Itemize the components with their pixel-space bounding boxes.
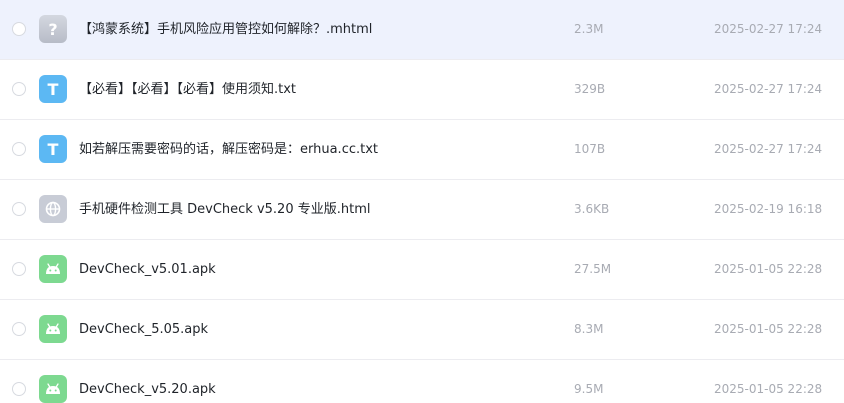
- file-size: 3.6KB: [574, 202, 610, 216]
- unknown-file-icon: ?: [39, 15, 67, 43]
- file-size: 329B: [574, 82, 606, 96]
- file-row[interactable]: ? 【鸿蒙系统】手机风险应用管控如何解除？.mhtml 2.3M 2025-02…: [0, 0, 844, 60]
- file-size: 107B: [574, 142, 606, 156]
- select-checkbox[interactable]: [12, 22, 26, 36]
- select-checkbox[interactable]: [12, 142, 26, 156]
- select-checkbox[interactable]: [12, 262, 26, 276]
- text-file-glyph: T: [47, 139, 59, 159]
- android-robot-icon: [46, 383, 60, 394]
- file-row[interactable]: T 【必看】【必看】【必看】使用须知.txt 329B 2025-02-27 1…: [0, 60, 844, 120]
- file-modified-date: 2025-01-05 22:28: [714, 322, 823, 336]
- file-name[interactable]: DevCheck_v5.01.apk: [79, 240, 216, 299]
- text-file-icon: T: [39, 75, 67, 103]
- file-modified-date: 2025-02-27 17:24: [714, 82, 823, 96]
- select-checkbox[interactable]: [12, 202, 26, 216]
- text-file-glyph: T: [47, 79, 59, 99]
- file-modified-date: 2025-01-05 22:28: [714, 262, 823, 276]
- file-name[interactable]: 【必看】【必看】【必看】使用须知.txt: [79, 60, 296, 119]
- android-robot-icon: [46, 263, 60, 274]
- file-modified-date: 2025-02-27 17:24: [714, 142, 823, 156]
- file-row[interactable]: T 如若解压需要密码的话，解压密码是：erhua.cc.txt 107B 202…: [0, 120, 844, 180]
- file-row[interactable]: DevCheck_v5.01.apk 27.5M 2025-01-05 22:2…: [0, 240, 844, 300]
- globe-icon: [45, 201, 61, 217]
- file-name[interactable]: 手机硬件检测工具 DevCheck v5.20 专业版.html: [79, 180, 370, 239]
- file-name[interactable]: DevCheck_5.05.apk: [79, 300, 208, 359]
- file-modified-date: 2025-01-05 22:28: [714, 382, 823, 396]
- select-checkbox[interactable]: [12, 382, 26, 396]
- file-row[interactable]: DevCheck_5.05.apk 8.3M 2025-01-05 22:28: [0, 300, 844, 360]
- android-apk-icon: [39, 255, 67, 283]
- file-size: 8.3M: [574, 322, 604, 336]
- web-file-icon: [39, 195, 67, 223]
- file-size: 2.3M: [574, 22, 604, 36]
- file-size: 27.5M: [574, 262, 612, 276]
- text-file-icon: T: [39, 135, 67, 163]
- file-name[interactable]: 【鸿蒙系统】手机风险应用管控如何解除？.mhtml: [79, 0, 372, 59]
- android-apk-icon: [39, 315, 67, 343]
- file-size: 9.5M: [574, 382, 604, 396]
- file-row[interactable]: DevCheck_v5.20.apk 9.5M 2025-01-05 22:28: [0, 360, 844, 403]
- unknown-file-glyph: ?: [48, 19, 58, 39]
- file-name[interactable]: DevCheck_v5.20.apk: [79, 360, 216, 403]
- select-checkbox[interactable]: [12, 82, 26, 96]
- android-apk-icon: [39, 375, 67, 403]
- file-name[interactable]: 如若解压需要密码的话，解压密码是：erhua.cc.txt: [79, 120, 378, 179]
- select-checkbox[interactable]: [12, 322, 26, 336]
- file-modified-date: 2025-02-19 16:18: [714, 202, 823, 216]
- android-robot-icon: [46, 323, 60, 334]
- file-list: ? 【鸿蒙系统】手机风险应用管控如何解除？.mhtml 2.3M 2025-02…: [0, 0, 844, 403]
- file-modified-date: 2025-02-27 17:24: [714, 22, 823, 36]
- file-row[interactable]: 手机硬件检测工具 DevCheck v5.20 专业版.html 3.6KB 2…: [0, 180, 844, 240]
